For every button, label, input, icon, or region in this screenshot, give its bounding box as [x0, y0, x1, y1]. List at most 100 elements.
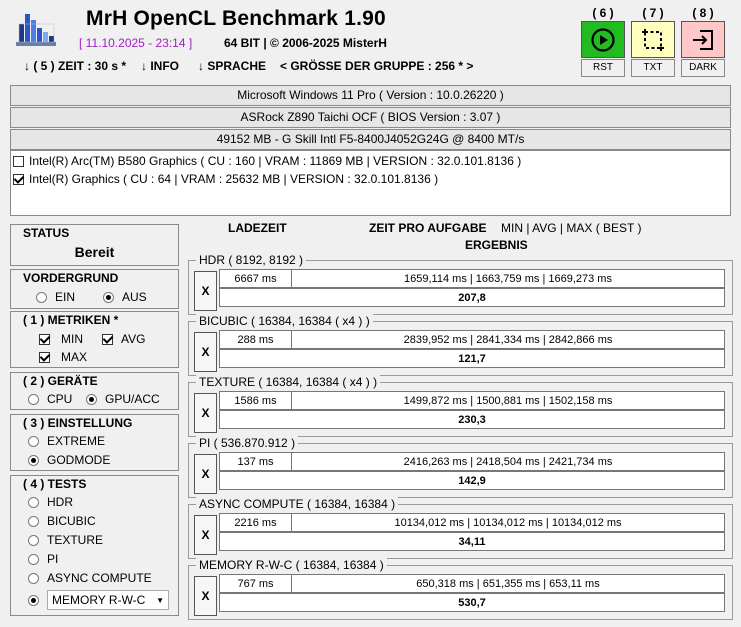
group-size-selector[interactable]: < GRÖSSE DER GRUPPE : 256 * >	[280, 59, 473, 73]
rst-hotkey: ( 6 )	[592, 6, 614, 20]
os-info: Microsoft Windows 11 Pro ( Version : 10.…	[10, 85, 731, 106]
device-cpu-option[interactable]: CPU	[28, 392, 72, 406]
metrics-title: ( 1 ) METRIKEN *	[23, 313, 119, 327]
tests-panel: ( 4 ) TESTS HDR BICUBIC TEXTURE PI ASYNC…	[10, 475, 179, 616]
device-item[interactable]: Intel(R) Graphics ( CU : 64 | VRAM : 256…	[13, 170, 438, 188]
dark-button[interactable]: DARK	[681, 59, 725, 77]
load-time-cell: 1586 ms	[219, 391, 292, 410]
result-group-memory: MEMORY R-W-C ( 16384, 16384 ) X 767 ms 6…	[188, 558, 733, 620]
load-time-cell: 6667 ms	[219, 269, 292, 288]
option-label: PI	[47, 552, 59, 566]
option-label: TEXTURE	[47, 533, 104, 547]
run-test-button[interactable]: X	[194, 515, 217, 555]
dark-hotkey: ( 8 )	[692, 6, 714, 20]
radio-button[interactable]	[28, 454, 39, 466]
result-cell: 230,3	[219, 410, 725, 429]
device-checkbox[interactable]	[13, 173, 24, 185]
foreground-panel: VORDERGRUND EIN AUS	[10, 269, 179, 309]
rst-button[interactable]: RST	[581, 59, 625, 77]
test-memory-select[interactable]: MEMORY R-W-C ▼	[47, 590, 169, 610]
metric-min-checkbox[interactable]	[39, 333, 50, 345]
result-group-title: HDR ( 8192, 8192 )	[196, 253, 307, 267]
metrics-panel: ( 1 ) METRIKEN * MIN AVG MAX	[10, 311, 179, 368]
metric-max-checkbox[interactable]	[39, 351, 50, 363]
device-list: Intel(R) Arc(TM) B580 Graphics ( CU : 16…	[10, 150, 731, 216]
datetime-label: [ 11.10.2025 - 23:14 ]	[79, 36, 193, 50]
option-label: GODMODE	[47, 453, 111, 467]
metric-avg-option[interactable]: AVG	[102, 332, 145, 346]
test-hdr-option[interactable]: HDR	[28, 495, 73, 509]
run-test-button[interactable]: X	[194, 393, 217, 433]
metric-avg-checkbox[interactable]	[102, 333, 113, 345]
board-info: ASRock Z890 Taichi OCF ( BIOS Version : …	[10, 107, 731, 128]
test-bicubic-option[interactable]: BICUBIC	[28, 514, 96, 528]
option-label: HDR	[47, 495, 73, 509]
result-group-pi: PI ( 536.870.912 ) X 137 ms 2416,263 ms …	[188, 436, 733, 498]
foreground-on-option[interactable]: EIN	[36, 290, 75, 304]
radio-button[interactable]	[28, 594, 39, 606]
result-group-texture: TEXTURE ( 16384, 16384 ( x4 ) ) X 1586 m…	[188, 375, 733, 437]
radio-button[interactable]	[28, 515, 39, 527]
radio-button[interactable]	[103, 291, 114, 303]
load-time-cell: 288 ms	[219, 330, 292, 349]
test-memory-option[interactable]: MEMORY R-W-C ▼	[28, 590, 169, 610]
run-test-button[interactable]: X	[194, 576, 217, 616]
radio-button[interactable]	[28, 572, 39, 584]
run-test-button[interactable]: X	[194, 454, 217, 494]
result-cell: 142,9	[219, 471, 725, 490]
time-per-task-cell: 10134,012 ms | 10134,012 ms | 10134,012 …	[291, 513, 725, 532]
time-menu[interactable]: ↓ ( 5 ) ZEIT : 30 s *	[24, 59, 126, 73]
load-time-cell: 767 ms	[219, 574, 292, 593]
option-label: EXTREME	[47, 434, 106, 448]
radio-button[interactable]	[28, 435, 39, 447]
run-test-button[interactable]: X	[194, 271, 217, 311]
run-test-button[interactable]: X	[194, 332, 217, 372]
result-group-hdr: HDR ( 8192, 8192 ) X 6667 ms 1659,114 ms…	[188, 253, 733, 315]
option-label: MIN	[61, 332, 83, 346]
info-menu[interactable]: ↓ INFO	[141, 59, 179, 73]
status-title: STATUS	[23, 226, 70, 240]
device-item[interactable]: Intel(R) Arc(TM) B580 Graphics ( CU : 16…	[13, 152, 521, 170]
status-value: Bereit	[74, 244, 115, 260]
chevron-down-icon: ▼	[156, 595, 164, 605]
time-per-task-cell: 1499,872 ms | 1500,881 ms | 1502,158 ms	[291, 391, 725, 410]
language-menu[interactable]: ↓ SPRACHE	[198, 59, 266, 73]
result-group-title: MEMORY R-W-C ( 16384, 16384 )	[196, 558, 387, 572]
time-per-task-cell: 2416,263 ms | 2418,504 ms | 2421,734 ms	[291, 452, 725, 471]
radio-button[interactable]	[36, 291, 47, 303]
txt-hotkey: ( 7 )	[642, 6, 664, 20]
load-time-cell: 2216 ms	[219, 513, 292, 532]
crop-icon	[642, 28, 664, 51]
device-checkbox[interactable]	[13, 155, 24, 167]
metric-min-option[interactable]: MIN	[39, 332, 83, 346]
radio-button[interactable]	[28, 553, 39, 565]
devices-panel: ( 2 ) GERÄTE CPU GPU/ACC	[10, 372, 179, 410]
play-icon	[591, 27, 615, 52]
play-button[interactable]	[581, 21, 625, 58]
status-panel: STATUS Bereit	[10, 224, 179, 266]
txt-button[interactable]: TXT	[631, 59, 675, 77]
option-label: BICUBIC	[47, 514, 96, 528]
test-pi-option[interactable]: PI	[28, 552, 58, 566]
setting-godmode-option[interactable]: GODMODE	[28, 453, 110, 467]
result-cell: 207,8	[219, 288, 725, 307]
test-async-option[interactable]: ASYNC COMPUTE	[28, 571, 152, 585]
result-group-title: ASYNC COMPUTE ( 16384, 16384 )	[196, 497, 399, 511]
test-texture-option[interactable]: TEXTURE	[28, 533, 103, 547]
device-gpu-option[interactable]: GPU/ACC	[86, 392, 160, 406]
foreground-off-option[interactable]: AUS	[103, 290, 147, 304]
exit-button[interactable]	[681, 21, 725, 58]
setting-extreme-option[interactable]: EXTREME	[28, 434, 105, 448]
load-time-header: LADEZEIT	[228, 221, 287, 235]
memory-info: 49152 MB - G Skill Intl F5-8400J4052G24G…	[10, 129, 731, 150]
crop-button[interactable]	[631, 21, 675, 58]
foreground-title: VORDERGRUND	[23, 271, 119, 285]
radio-button[interactable]	[28, 496, 39, 508]
time-per-task-cell: 2839,952 ms | 2841,334 ms | 2842,866 ms	[291, 330, 725, 349]
radio-button[interactable]	[86, 393, 97, 405]
option-label: EIN	[55, 290, 76, 304]
metric-max-option[interactable]: MAX	[39, 350, 87, 364]
radio-button[interactable]	[28, 393, 39, 405]
app-logo-icon	[14, 8, 58, 48]
radio-button[interactable]	[28, 534, 39, 546]
